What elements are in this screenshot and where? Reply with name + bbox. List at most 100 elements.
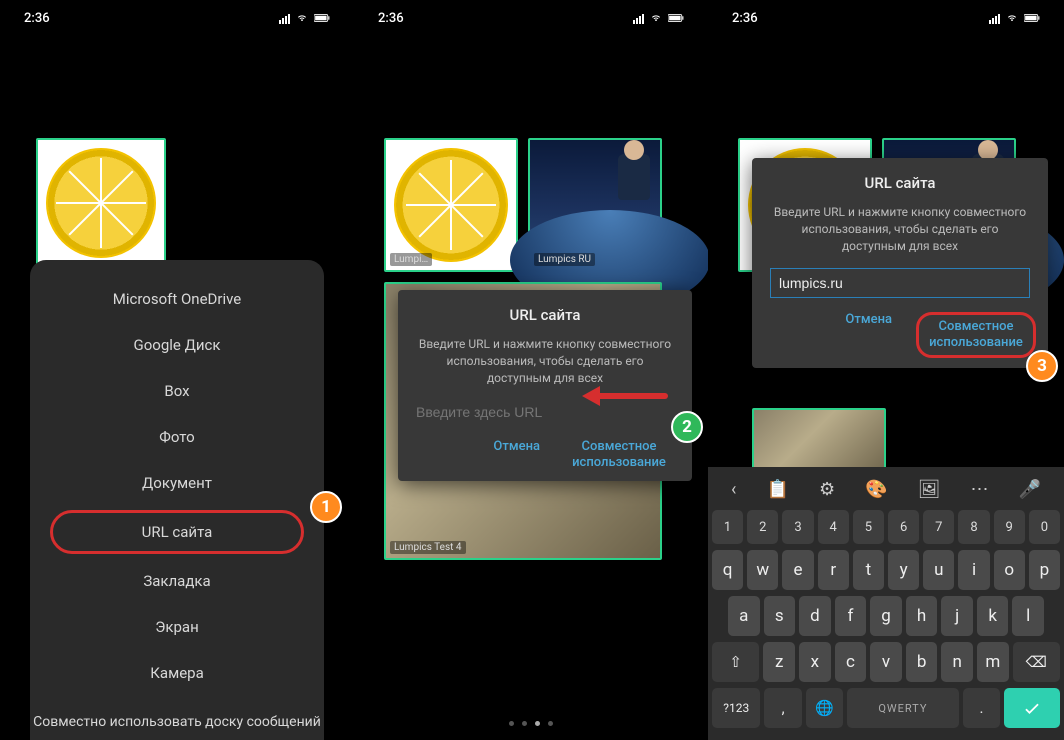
kbd-tool-palette-icon[interactable]: 🎨 xyxy=(865,479,887,500)
key-2[interactable]: 2 xyxy=(747,510,778,544)
battery-icon xyxy=(668,12,684,24)
key-c[interactable]: c xyxy=(835,642,867,682)
key-e[interactable]: e xyxy=(782,550,813,590)
url-input[interactable] xyxy=(770,268,1030,298)
cancel-button[interactable]: Отмена xyxy=(493,439,540,470)
key-comma[interactable]: , xyxy=(764,688,801,728)
key-a[interactable]: a xyxy=(728,596,760,636)
key-7[interactable]: 7 xyxy=(923,510,954,544)
key-9[interactable]: 9 xyxy=(994,510,1025,544)
status-time: 2:36 xyxy=(24,11,50,26)
key-r[interactable]: r xyxy=(818,550,849,590)
cancel-button[interactable]: Отмена xyxy=(845,312,892,357)
wifi-icon xyxy=(294,12,310,24)
dialog-body: Введите URL и нажмите кнопку совместного… xyxy=(416,336,674,386)
kbd-tool-clipboard-icon[interactable]: 📋 xyxy=(766,479,788,500)
soft-keyboard: ‹ 📋 ⚙ 🎨 🖼 ⋯ 🎤 1234567890 qwertyuiop asdf… xyxy=(708,467,1064,740)
key-b[interactable]: b xyxy=(906,642,938,682)
key-6[interactable]: 6 xyxy=(888,510,919,544)
check-icon xyxy=(1022,698,1042,718)
menu-item-gdrive[interactable]: Google Диск xyxy=(30,322,324,368)
key-w[interactable]: w xyxy=(747,550,778,590)
key-3[interactable]: 3 xyxy=(782,510,813,544)
share-button[interactable]: Совместное использование xyxy=(916,312,1036,357)
share-button[interactable]: Совместное использование xyxy=(564,439,674,470)
menu-item-camera[interactable]: Камера xyxy=(30,650,324,696)
thumb-label: Lumpics Test 4 xyxy=(390,541,466,554)
menu-item-onedrive[interactable]: Microsoft OneDrive xyxy=(30,276,324,322)
key-p[interactable]: p xyxy=(1029,550,1060,590)
menu-item-photo[interactable]: Фото xyxy=(30,414,324,460)
key-m[interactable]: m xyxy=(977,642,1009,682)
step-badge-1: 1 xyxy=(310,491,342,523)
key-z[interactable]: z xyxy=(763,642,795,682)
menu-item-url[interactable]: URL сайта xyxy=(50,510,304,554)
kbd-row-bottom: ?123 , 🌐 QWERTY . xyxy=(712,688,1060,728)
key-shift[interactable]: ⇧ xyxy=(712,642,759,682)
kbd-row-a: asdfghjkl xyxy=(712,596,1060,636)
signal-icon xyxy=(633,12,644,24)
key-symbols[interactable]: ?123 xyxy=(712,688,760,728)
battery-icon xyxy=(314,12,330,24)
wifi-icon xyxy=(1004,12,1020,24)
url-input[interactable] xyxy=(416,400,674,425)
dialog-title: URL сайта xyxy=(416,306,674,324)
thumb-label: Lumpi… xyxy=(390,253,432,266)
kbd-row-z: ⇧ zxcvbnm ⌫ xyxy=(712,642,1060,682)
url-dialog: URL сайта Введите URL и нажмите кнопку с… xyxy=(752,158,1048,368)
kbd-tool-more-icon[interactable]: ⋯ xyxy=(971,479,989,500)
thumb-lemon[interactable] xyxy=(36,138,166,268)
arrow-icon xyxy=(596,393,668,399)
key-n[interactable]: n xyxy=(941,642,973,682)
step-badge-3: 3 xyxy=(1026,350,1058,382)
menu-item-bookmark[interactable]: Закладка xyxy=(30,558,324,604)
menu-item-document[interactable]: Документ xyxy=(30,460,324,506)
phone-screen-1: 2:36 Microsoft OneDrive Google Диск Box … xyxy=(0,0,354,740)
kbd-tool-mic-icon[interactable]: 🎤 xyxy=(1019,479,1041,500)
status-time: 2:36 xyxy=(378,11,404,26)
key-t[interactable]: t xyxy=(853,550,884,590)
kbd-tool-gear-icon[interactable]: ⚙ xyxy=(819,479,835,500)
key-x[interactable]: x xyxy=(799,642,831,682)
page-dots xyxy=(509,721,553,726)
key-i[interactable]: i xyxy=(958,550,989,590)
key-enter[interactable] xyxy=(1004,688,1060,728)
key-u[interactable]: u xyxy=(923,550,954,590)
battery-icon xyxy=(1024,12,1040,24)
key-v[interactable]: v xyxy=(870,642,902,682)
key-h[interactable]: h xyxy=(906,596,938,636)
key-l[interactable]: l xyxy=(1012,596,1044,636)
key-4[interactable]: 4 xyxy=(818,510,849,544)
key-backspace[interactable]: ⌫ xyxy=(1013,642,1060,682)
key-0[interactable]: 0 xyxy=(1029,510,1060,544)
key-k[interactable]: k xyxy=(977,596,1009,636)
step-badge-2: 2 xyxy=(671,411,703,443)
key-8[interactable]: 8 xyxy=(958,510,989,544)
kbd-tool-back-icon[interactable]: ‹ xyxy=(731,479,736,500)
menu-item-box[interactable]: Box xyxy=(30,368,324,414)
kbd-tool-image-icon[interactable]: 🖼 xyxy=(918,479,941,500)
signal-icon xyxy=(989,12,1000,24)
key-5[interactable]: 5 xyxy=(853,510,884,544)
status-icons xyxy=(989,12,1040,24)
key-y[interactable]: y xyxy=(888,550,919,590)
key-j[interactable]: j xyxy=(941,596,973,636)
menu-item-screen[interactable]: Экран xyxy=(30,604,324,650)
key-o[interactable]: o xyxy=(994,550,1025,590)
key-1[interactable]: 1 xyxy=(712,510,743,544)
key-g[interactable]: g xyxy=(870,596,902,636)
dialog-title: URL сайта xyxy=(770,174,1030,192)
key-space[interactable]: QWERTY xyxy=(847,688,959,728)
key-lang[interactable]: 🌐 xyxy=(806,688,843,728)
keyboard-toolbar: ‹ 📋 ⚙ 🎨 🖼 ⋯ 🎤 xyxy=(712,473,1060,510)
status-bar: 2:36 xyxy=(354,0,708,36)
thumb-lemon[interactable]: Lumpi… xyxy=(384,138,518,272)
key-q[interactable]: q xyxy=(712,550,743,590)
dialog-body: Введите URL и нажмите кнопку совместного… xyxy=(770,204,1030,254)
thumb-space[interactable]: Lumpics RU xyxy=(528,138,662,272)
key-f[interactable]: f xyxy=(835,596,867,636)
key-s[interactable]: s xyxy=(764,596,796,636)
kbd-row-num: 1234567890 xyxy=(712,510,1060,544)
key-d[interactable]: d xyxy=(799,596,831,636)
key-dot[interactable]: . xyxy=(963,688,1000,728)
